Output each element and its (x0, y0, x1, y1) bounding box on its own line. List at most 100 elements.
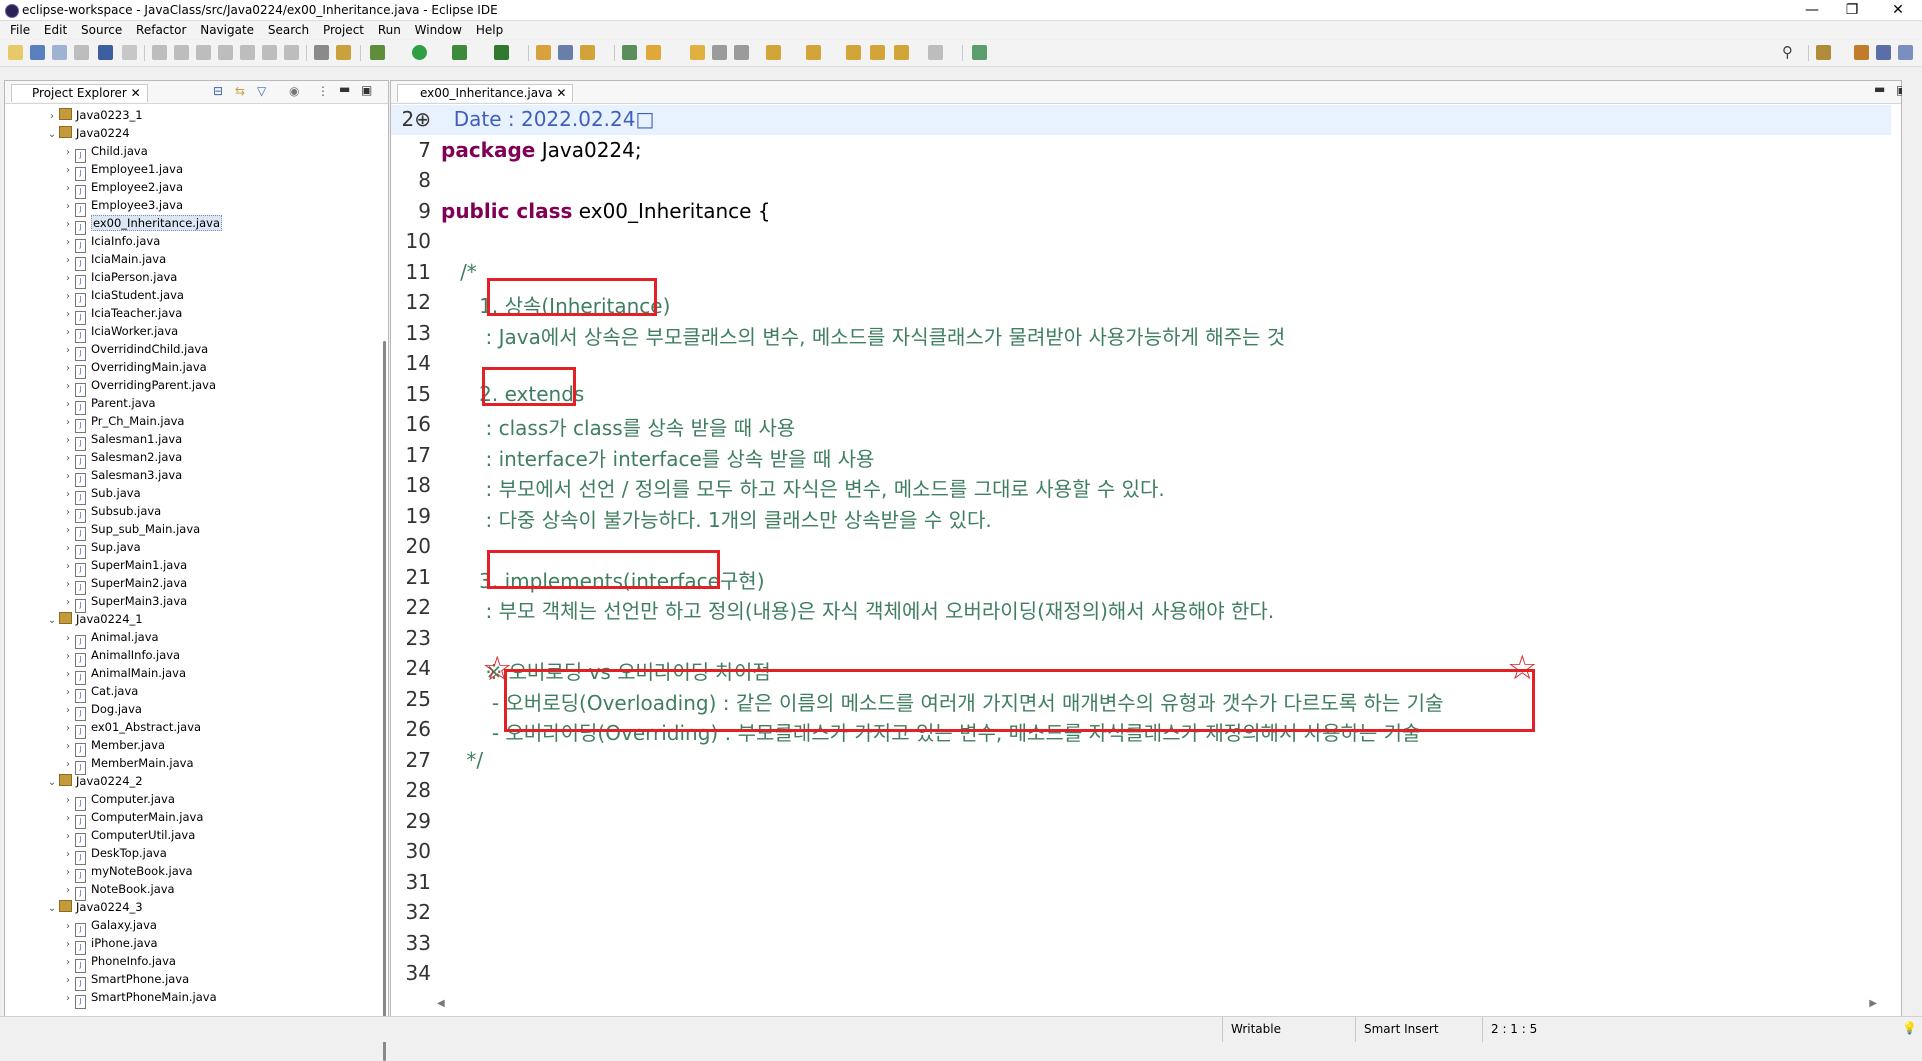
menu-source[interactable]: Source (81, 21, 122, 39)
debug-icon[interactable] (370, 45, 385, 60)
tree-item-file[interactable]: › J SuperMain2.java (61, 574, 187, 595)
chevron-down-icon[interactable]: ⌄ (45, 126, 59, 144)
code-line[interactable]: 35 (391, 990, 1891, 991)
show-whitespace-icon[interactable] (734, 45, 749, 60)
tree-item-file[interactable]: › J Salesman3.java (61, 466, 182, 487)
tree-item-project[interactable]: ⌄ Java0224_1 (45, 610, 143, 628)
java-ee-perspective-icon[interactable] (1854, 45, 1869, 60)
toggle-mark-icon[interactable] (336, 45, 351, 60)
tree-item-file[interactable]: › J OverridingMain.java (61, 358, 207, 379)
tree-item-file[interactable]: › J Child.java (61, 142, 148, 163)
tree-item-file[interactable]: › J DeskTop.java (61, 844, 167, 865)
tree-item-file[interactable]: › J Subsub.java (61, 502, 161, 523)
tree-item-file[interactable]: › J IciaWorker.java (61, 322, 178, 343)
code-line[interactable]: 17 : interface가 interface를 상속 받을 때 사용 (391, 441, 1891, 471)
step-return-icon[interactable] (284, 45, 299, 60)
terminate-icon[interactable] (196, 45, 211, 60)
minimize-editor-icon[interactable]: ▬ (1874, 82, 1885, 96)
tree-item-file[interactable]: › J OverridindChild.java (61, 340, 208, 361)
pin-editor-icon[interactable] (972, 45, 987, 60)
tree-item-file[interactable]: › J IciaTeacher.java (61, 304, 182, 325)
tree-item-project[interactable]: ⌄ Java0224 (45, 124, 130, 142)
code-line[interactable]: 10 (391, 227, 1891, 257)
code-line[interactable]: 22 : 부모 객체는 선언만 하고 정의(내용)은 자식 객체에서 오버라이딩… (391, 593, 1891, 623)
menu-edit[interactable]: Edit (44, 21, 67, 39)
code-line[interactable]: 29 (391, 807, 1891, 837)
editor-text-area[interactable]: 2⊕ Date : 2022.02.24□ 7 package Java0224; 8… (391, 105, 1891, 990)
external-tools-icon[interactable] (494, 45, 509, 60)
code-line[interactable]: 9 public class ex00_Inheritance { (391, 197, 1891, 227)
print-icon[interactable] (74, 45, 89, 60)
close-button[interactable]: ✕ (1878, 0, 1918, 20)
tree-item-file[interactable]: › J AnimalInfo.java (61, 646, 180, 667)
code-line[interactable]: 14 (391, 349, 1891, 379)
tree-item-file[interactable]: › J MemberMain.java (61, 754, 194, 775)
tree-item-file[interactable]: › J SuperMain1.java (61, 556, 187, 577)
run-icon[interactable] (412, 45, 427, 60)
search-icon[interactable]: ⚲ (1782, 45, 1797, 60)
menu-file[interactable]: File (10, 21, 30, 39)
menu-project[interactable]: Project (323, 21, 364, 39)
tree-item-file[interactable]: › J IciaStudent.java (61, 286, 184, 307)
open-console-icon[interactable] (314, 45, 329, 60)
menu-run[interactable]: Run (378, 21, 401, 39)
open-task-icon[interactable] (690, 45, 705, 60)
tree-item-file[interactable]: › J IciaPerson.java (61, 268, 177, 289)
debug-perspective-icon[interactable] (1898, 45, 1913, 60)
terminal-icon[interactable] (98, 45, 113, 60)
annotation-icon[interactable] (712, 45, 727, 60)
save-all-icon[interactable] (52, 45, 67, 60)
collapse-all-icon[interactable]: ⊟ (213, 84, 223, 98)
code-line[interactable]: 18 : 부모에서 선언 / 정의를 모두 하고 자식은 변수, 메소드를 그대… (391, 471, 1891, 501)
tree-item-file[interactable]: › J Employee2.java (61, 178, 183, 199)
tree-item-file[interactable]: › J Pr_Ch_Main.java (61, 412, 184, 433)
minimize-button[interactable]: — (1792, 0, 1832, 20)
tree-item-file[interactable]: › Jex00_Inheritance.java (61, 214, 223, 235)
code-line[interactable]: 23 (391, 624, 1891, 654)
skip-breakpoints-icon[interactable] (122, 45, 137, 60)
code-line[interactable]: 33 (391, 929, 1891, 959)
tree-item-file[interactable]: › J Sup.java (61, 538, 141, 559)
code-line[interactable]: 13 : Java에서 상속은 부모클래스의 변수, 메소드를 자식클래스가 물… (391, 319, 1891, 349)
tree-item-file[interactable]: › J AnimalMain.java (61, 664, 186, 685)
tree-item-file[interactable]: › J Animal.java (61, 628, 159, 649)
step-into-icon[interactable] (240, 45, 255, 60)
tree-item-file[interactable]: › J Salesman1.java (61, 430, 182, 451)
tree-item-file[interactable]: › J NoteBook.java (61, 880, 175, 901)
back-arrow-icon[interactable] (894, 45, 909, 60)
coverage-icon[interactable] (452, 45, 467, 60)
tree-item-file[interactable]: › J PhoneInfo.java (61, 952, 176, 973)
step-over-icon[interactable] (262, 45, 277, 60)
open-type-icon[interactable] (622, 45, 637, 60)
link-editor-icon[interactable]: ⇆ (235, 84, 245, 98)
explorer-scrollbar[interactable] (383, 341, 386, 1061)
new-icon[interactable] (8, 45, 23, 60)
chevron-right-icon[interactable]: › (61, 990, 75, 1008)
new-package-icon[interactable] (558, 45, 573, 60)
tab-ex00-inheritance[interactable]: ex00_Inheritance.java ✕ (397, 84, 574, 102)
tree-item-file[interactable]: › J ComputerUtil.java (61, 826, 195, 847)
focus-icon[interactable]: ◉ (289, 84, 299, 98)
java-perspective-icon[interactable] (1876, 45, 1891, 60)
resume-icon[interactable] (152, 45, 167, 60)
code-line[interactable]: 19 : 다중 상속이 불가능하다. 1개의 클래스만 상속받을 수 있다. (391, 502, 1891, 532)
menu-help[interactable]: Help (476, 21, 503, 39)
chevron-down-icon[interactable]: ⌄ (45, 612, 59, 630)
scroll-left-icon[interactable]: ◀ (437, 998, 445, 1009)
scroll-right-icon[interactable]: ▶ (1869, 998, 1877, 1009)
tree-item-file[interactable]: › J Sub.java (61, 484, 141, 505)
tree-item-project[interactable]: ⌄ Java0224_3 (45, 898, 143, 916)
tree-item-file[interactable]: › J Salesman2.java (61, 448, 182, 469)
new-java-project-icon[interactable] (536, 45, 551, 60)
code-line[interactable]: 8 (391, 166, 1891, 196)
save-icon[interactable] (30, 45, 45, 60)
tree-item-file[interactable]: › J Member.java (61, 736, 165, 757)
forward-arrow-icon[interactable] (928, 45, 943, 60)
menu-refactor[interactable]: Refactor (136, 21, 186, 39)
tree-item-project[interactable]: ⌄ Java0224_2 (45, 772, 143, 790)
code-line[interactable]: 28 (391, 776, 1891, 806)
view-menu-icon[interactable]: ⋮ (317, 84, 329, 98)
code-line[interactable]: 2⊕ Date : 2022.02.24□ (391, 105, 1891, 135)
tree-item-file[interactable]: › Jex01_Abstract.java (61, 718, 201, 739)
code-line[interactable]: 27 */ (391, 746, 1891, 776)
